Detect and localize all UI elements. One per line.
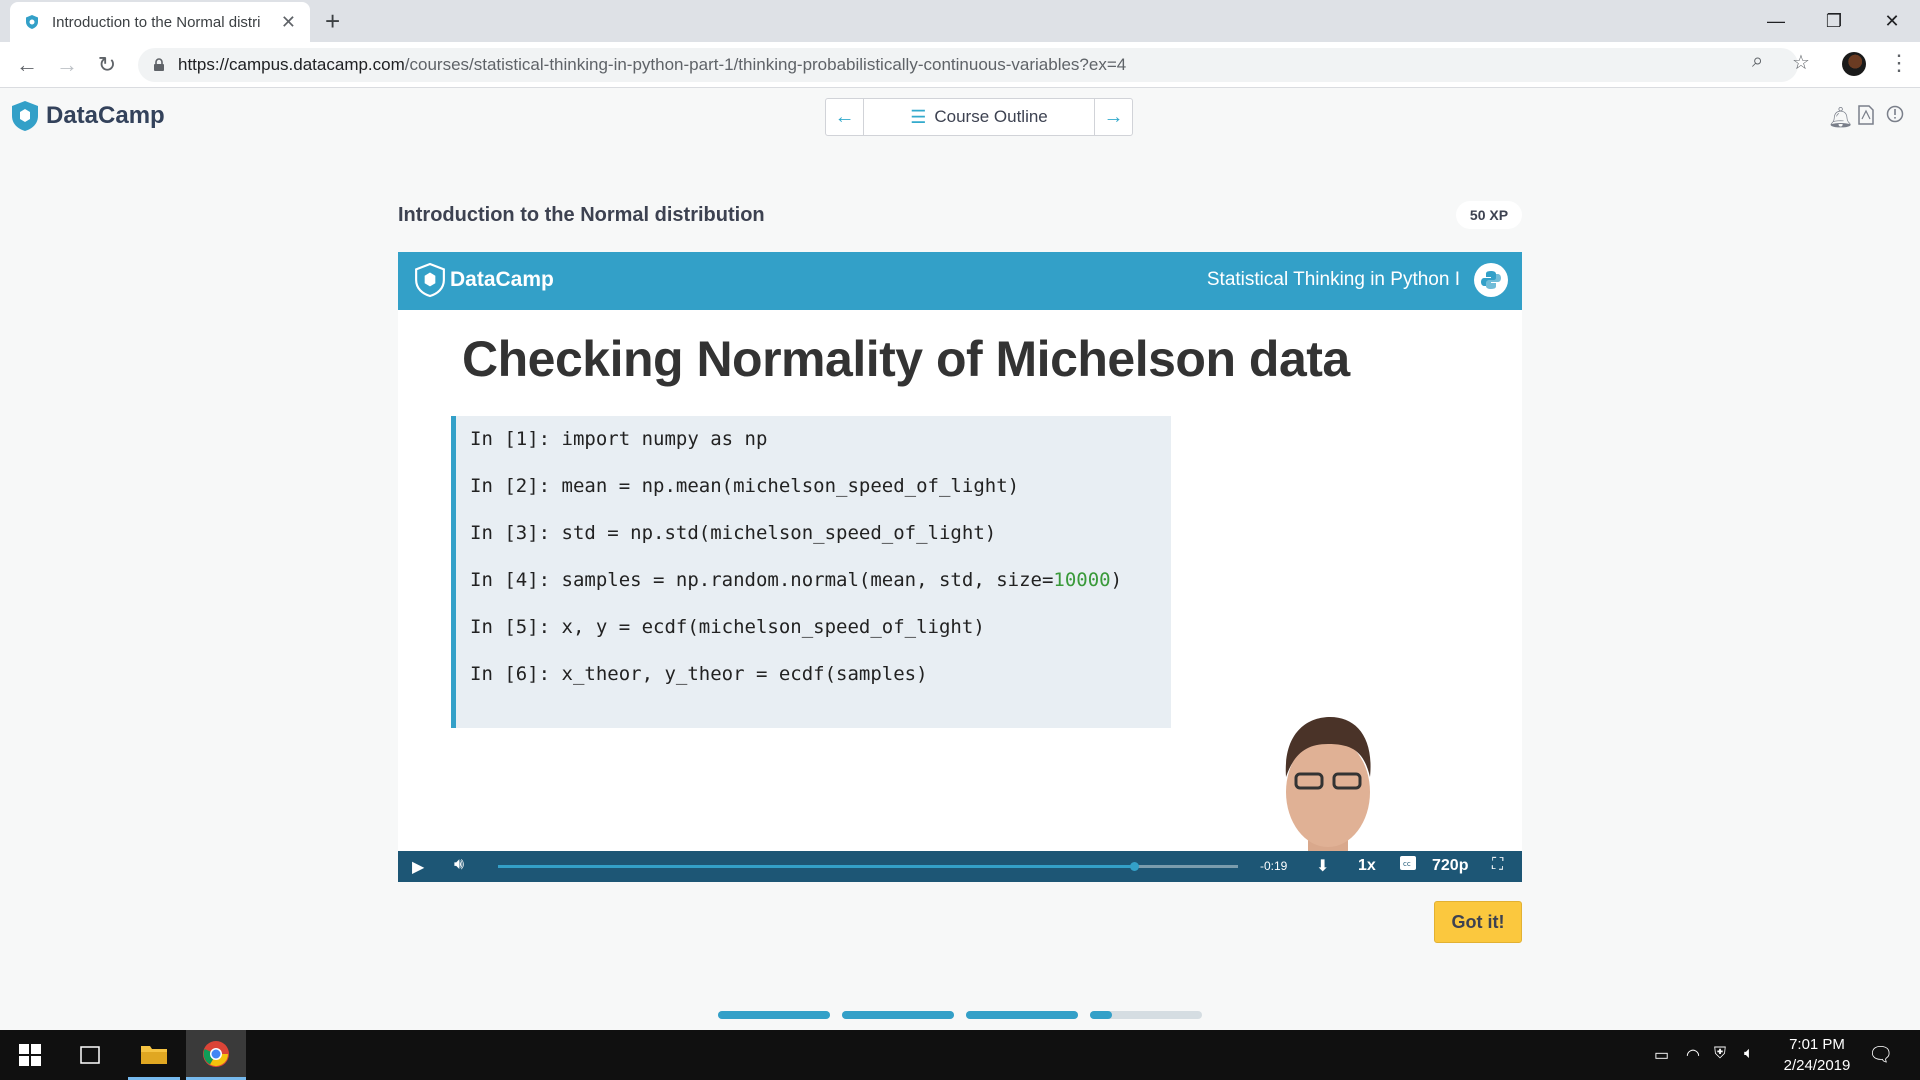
brand-name: DataCamp [46,102,165,129]
address-bar[interactable]: https://campus.datacamp.com/courses/stat… [138,48,1798,82]
volume-icon[interactable]: 🔊︎ [454,856,464,874]
reload-icon[interactable]: ↻ [92,50,122,80]
slide-course-name: Statistical Thinking in Python I [1206,269,1460,290]
video-progress-fill [498,865,1135,868]
xp-badge: 50 XP [1456,201,1522,229]
fullscreen-icon[interactable]: ⛶ [1492,856,1503,874]
action-center-icon[interactable]: 🗨︎ [1868,1042,1893,1067]
window-close-icon[interactable]: ✕ [1864,0,1920,42]
exercise-title: Introduction to the Normal distribution [398,204,765,226]
lesson-progress-fill [966,1011,1078,1019]
lesson-progress-segment[interactable] [842,1011,954,1019]
datacamp-shield-icon [415,262,445,298]
datacamp-logo[interactable]: DataCamp [10,100,165,132]
bookmark-star-icon[interactable]: ☆ [1792,50,1810,75]
code-line: In [3]: std = np.std(michelson_speed_of_… [470,522,997,544]
slide-brand-name: DataCamp [450,268,554,291]
lesson-progress-fill [718,1011,830,1019]
slide-title: Checking Normality of Michelson data [462,331,1350,387]
svg-text:cc: cc [1403,860,1411,868]
profile-avatar[interactable] [1842,52,1866,76]
browser-tab-strip: Introduction to the Normal distri ✕ + — … [0,0,1920,42]
url-host: https://campus.datacamp.com [178,55,405,74]
playback-speed-button[interactable]: 1x [1358,857,1376,875]
system-clock[interactable]: 7:01 PM 2/24/2019 [1772,1034,1862,1076]
wifi-icon[interactable]: ◠ [1686,1045,1700,1065]
lesson-progress-segment[interactable] [966,1011,1078,1019]
clock-date: 2/24/2019 [1783,1057,1851,1074]
video-controls: ▶ 🔊︎ -0:19 ⬇ 1x cc 720p ⛶ [398,851,1522,882]
python-logo-icon [1474,263,1508,297]
clock-time: 7:01 PM [1789,1036,1845,1053]
windows-taskbar: ▭ ◠ ⛨ 🔈︎ 7:01 PM 2/24/2019 🗨︎ [0,1030,1920,1080]
report-issue-icon[interactable] [1886,105,1904,129]
lock-icon [154,58,164,71]
back-icon[interactable]: ← [12,50,42,80]
lesson-progress-fill [1090,1011,1113,1019]
browser-toolbar: ← → ↻ https://campus.datacamp.com/course… [0,42,1920,88]
video-progress-bar[interactable] [498,862,1238,871]
security-shield-icon[interactable]: ⛨ [1714,1045,1726,1063]
time-remaining: -0:19 [1260,859,1288,873]
code-number: 10000 [1053,569,1111,591]
code-line: In [6]: x_theor, y_theor = ecdf(samples) [470,663,928,685]
previous-exercise-button[interactable]: ← [826,99,863,135]
minimize-icon[interactable]: — [1748,0,1804,42]
browser-menu-icon[interactable]: ⋮ [1888,50,1910,76]
code-line: In [4]: samples = np.random.normal(mean,… [456,571,1171,618]
got-it-button[interactable]: Got it! [1434,901,1522,943]
video-scrubber-handle[interactable] [1130,862,1140,871]
code-block: In [1]: import numpy as np In [2]: mean … [451,416,1171,728]
slides-pdf-icon[interactable] [1858,105,1874,131]
datacamp-shield-icon [12,101,38,131]
code-line: In [5]: x, y = ecdf(michelson_speed_of_l… [470,616,985,638]
notifications-icon[interactable]: 🔔︎ [1828,105,1853,130]
tab-title: Introduction to the Normal distri [52,13,261,31]
slide-brand: DataCamp [414,262,554,298]
lesson-progress-fill [842,1011,954,1019]
url-path: /courses/statistical-thinking-in-python-… [404,55,1127,74]
restore-icon[interactable]: ❐ [1806,0,1862,42]
windows-start-icon[interactable] [8,1030,52,1080]
course-navigation: ← ☰ Course Outline → [825,98,1133,136]
code-line: In [2]: mean = np.mean(michelson_speed_o… [470,475,1020,497]
code-line: In [1]: import numpy as np [470,428,768,450]
download-icon[interactable]: ⬇ [1316,856,1329,876]
chrome-icon[interactable] [186,1030,246,1080]
course-outline-label: Course Outline [934,107,1048,126]
presenter-figure [1285,717,1371,882]
zoom-icon[interactable]: ⌕ [1752,50,1763,73]
quality-button[interactable]: 720p [1432,857,1468,875]
code-text: ) [1110,569,1123,591]
next-exercise-button[interactable]: → [1095,99,1132,135]
new-tab-button[interactable]: + [325,6,340,37]
datacamp-favicon-icon [26,15,38,29]
lesson-progress-segment[interactable] [1090,1011,1202,1019]
speaker-icon[interactable]: 🔈︎ [1744,1045,1754,1063]
slide-header: DataCamp Statistical Thinking in Python … [398,252,1522,310]
battery-icon[interactable]: ▭ [1654,1045,1669,1065]
tab-close-icon[interactable]: ✕ [281,12,296,33]
video-player[interactable]: DataCamp Statistical Thinking in Python … [398,252,1522,882]
course-outline-button[interactable]: ☰ Course Outline [863,99,1095,135]
forward-icon[interactable]: → [52,50,82,80]
task-view-icon[interactable] [68,1030,112,1080]
play-icon[interactable]: ▶ [412,857,424,877]
lesson-progress-segment[interactable] [718,1011,830,1019]
file-explorer-icon[interactable] [128,1030,180,1080]
code-text: In [4]: samples = np.random.normal(mean,… [470,569,1054,591]
captions-icon[interactable]: cc [1400,856,1416,875]
browser-tab[interactable]: Introduction to the Normal distri ✕ [10,2,310,42]
menu-icon: ☰ [910,106,927,127]
